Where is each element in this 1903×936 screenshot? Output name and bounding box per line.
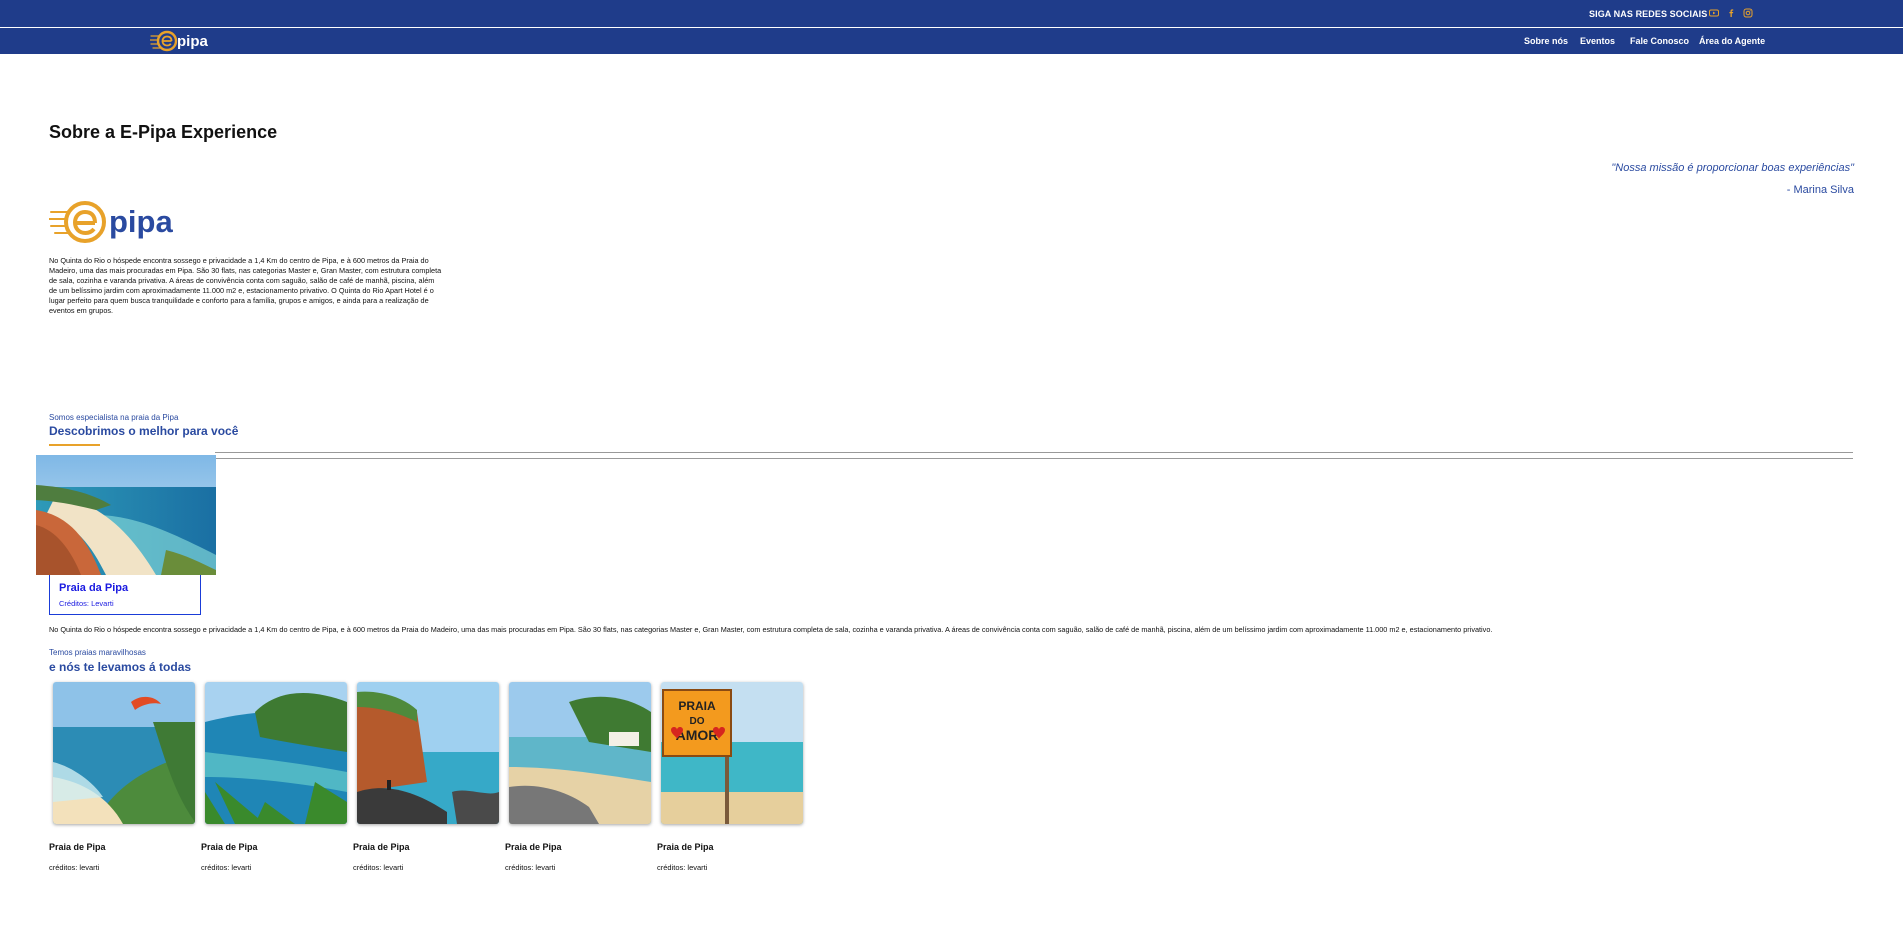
facebook-icon[interactable] — [1726, 8, 1736, 18]
main-navbar: pipa Sobre nós Eventos Fale Conosco Área… — [0, 28, 1903, 54]
svg-text:pipa: pipa — [109, 204, 173, 239]
nav-fale-conosco[interactable]: Fale Conosco — [1630, 36, 1689, 46]
feature-credit: Créditos: Levarti — [59, 599, 114, 608]
beach-name[interactable]: Praia de Pipa — [353, 842, 410, 852]
beaches-subtitle: Temos praias maravilhosas — [49, 648, 146, 657]
beach-image[interactable]: PRAIA DO AMOR — [661, 682, 803, 824]
beach-credit: créditos: levarti — [505, 863, 556, 872]
section-divider — [215, 458, 1853, 459]
beach-name[interactable]: Praia de Pipa — [201, 842, 258, 852]
quote-author: - Marina Silva — [1786, 184, 1854, 196]
specialist-subtitle: Somos especialista na praia da Pipa — [49, 413, 179, 422]
specialist-description: No Quinta do Rio o hóspede encontra soss… — [49, 625, 1493, 634]
beach-name[interactable]: Praia de Pipa — [657, 842, 714, 852]
beach-credit: créditos: levarti — [201, 863, 252, 872]
feature-title[interactable]: Praia da Pipa — [59, 582, 128, 594]
beach-image[interactable] — [53, 682, 195, 824]
beach-name[interactable]: Praia de Pipa — [505, 842, 562, 852]
feature-card[interactable]: Praia da Pipa Créditos: Levarti — [49, 575, 201, 615]
beach-credit: créditos: levarti — [353, 863, 404, 872]
beach-credit: créditos: levarti — [657, 863, 708, 872]
nav-area-do-agente[interactable]: Área do Agente — [1699, 36, 1765, 46]
beach-image[interactable] — [205, 682, 347, 824]
top-bar: SIGA NAS REDES SOCIAIS — [0, 0, 1903, 27]
about-description: No Quinta do Rio o hóspede encontra soss… — [49, 256, 442, 315]
svg-text:PRAIA: PRAIA — [678, 699, 716, 713]
svg-text:pipa: pipa — [177, 33, 208, 50]
instagram-icon[interactable] — [1743, 8, 1753, 18]
about-title: Sobre a E-Pipa Experience — [49, 122, 278, 142]
beach-image[interactable] — [509, 682, 651, 824]
epipa-logo[interactable]: pipa — [150, 29, 216, 53]
beach-credit: créditos: levarti — [49, 863, 100, 872]
youtube-icon[interactable] — [1709, 8, 1719, 18]
nav-sobre-nos[interactable]: Sobre nós — [1524, 36, 1568, 46]
beaches-title: e nós te levamos á todas — [49, 660, 192, 674]
praia-da-pipa-image[interactable] — [36, 455, 216, 575]
epipa-logo-large: pipa — [49, 198, 193, 246]
beach-image[interactable] — [357, 682, 499, 824]
social-label: SIGA NAS REDES SOCIAIS — [1589, 9, 1708, 19]
section-divider — [215, 452, 1853, 453]
title-underline — [49, 444, 100, 446]
svg-text:DO: DO — [690, 716, 705, 727]
beach-name[interactable]: Praia de Pipa — [49, 842, 106, 852]
mission-quote: "Nossa missão é proporcionar boas experi… — [1611, 162, 1854, 174]
nav-eventos[interactable]: Eventos — [1580, 36, 1615, 46]
specialist-title: Descobrimos o melhor para você — [49, 424, 239, 438]
